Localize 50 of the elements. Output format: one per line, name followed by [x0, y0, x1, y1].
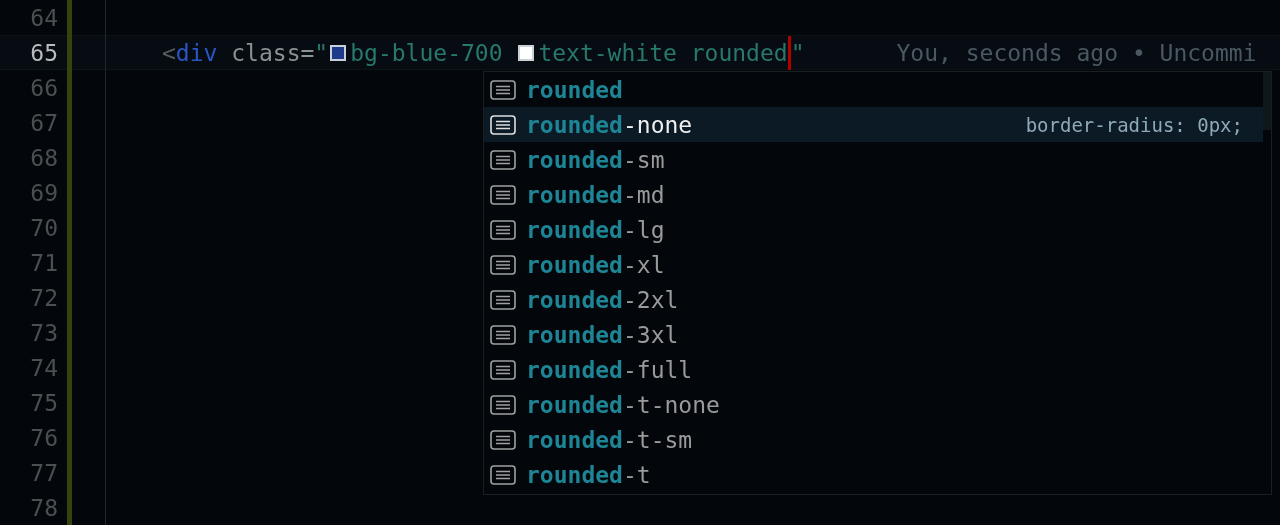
suggestion-item[interactable]: rounded-none border-radius: 0px;: [484, 107, 1263, 142]
line-number: 78: [29, 494, 58, 521]
line-number: 73: [29, 319, 58, 346]
suggestion-item[interactable]: rounded: [484, 72, 1263, 107]
line-number: 70: [29, 214, 58, 241]
code-token: ": [314, 39, 329, 66]
suggestion-item[interactable]: rounded-sm: [484, 142, 1263, 177]
line-number: 64: [29, 4, 58, 31]
line-number: 77: [29, 459, 58, 486]
code-token: <: [162, 39, 176, 66]
line-number: 69: [29, 179, 58, 206]
suggestion-item[interactable]: rounded-full: [484, 352, 1263, 387]
suggestion-item[interactable]: rounded-md: [484, 177, 1263, 212]
line-number: 68: [29, 144, 58, 171]
suggestion-item[interactable]: rounded-3xl: [484, 317, 1263, 352]
text-icon: [490, 359, 516, 380]
line-number: 66: [29, 74, 58, 101]
suggestion-item[interactable]: rounded-2xl: [484, 282, 1263, 317]
text-icon: [490, 429, 516, 450]
code-token: ": [790, 39, 805, 66]
line-number: 74: [29, 354, 58, 381]
line-number: 67: [29, 109, 58, 136]
text-icon: [490, 79, 516, 100]
suggestion-item[interactable]: rounded-t: [484, 457, 1263, 492]
suggestion-item[interactable]: rounded-xl: [484, 247, 1263, 282]
line-number: 65: [29, 39, 58, 66]
text-icon: [490, 184, 516, 205]
text-icon: [490, 464, 516, 485]
text-icon: [490, 254, 516, 275]
scrollbar-thumb[interactable]: [1263, 72, 1271, 130]
text-icon: [490, 324, 516, 345]
line-number: 76: [29, 424, 58, 451]
text-icon: [490, 394, 516, 415]
code-token: class=: [230, 39, 315, 66]
code-token: text-white rounded: [538, 39, 788, 66]
code-token: bg-blue-700: [350, 39, 504, 66]
suggestion-detail: border-radius: 0px;: [1025, 113, 1243, 136]
text-icon: [490, 219, 516, 240]
text-cursor: [787, 35, 791, 70]
text-icon: [490, 289, 516, 310]
suggestion-item[interactable]: rounded-t-none: [484, 387, 1263, 422]
line-number: 71: [29, 249, 58, 276]
line-number: 72: [29, 284, 58, 311]
text-icon: [490, 149, 516, 170]
suggestion-item[interactable]: rounded-lg: [484, 212, 1263, 247]
suggestion-item[interactable]: rounded-t-sm: [484, 422, 1263, 457]
blame-annotation: You, seconds ago • Uncommi: [896, 39, 1257, 66]
code-token: div: [175, 39, 218, 66]
line-number: 75: [29, 389, 58, 416]
text-icon: [490, 114, 516, 135]
